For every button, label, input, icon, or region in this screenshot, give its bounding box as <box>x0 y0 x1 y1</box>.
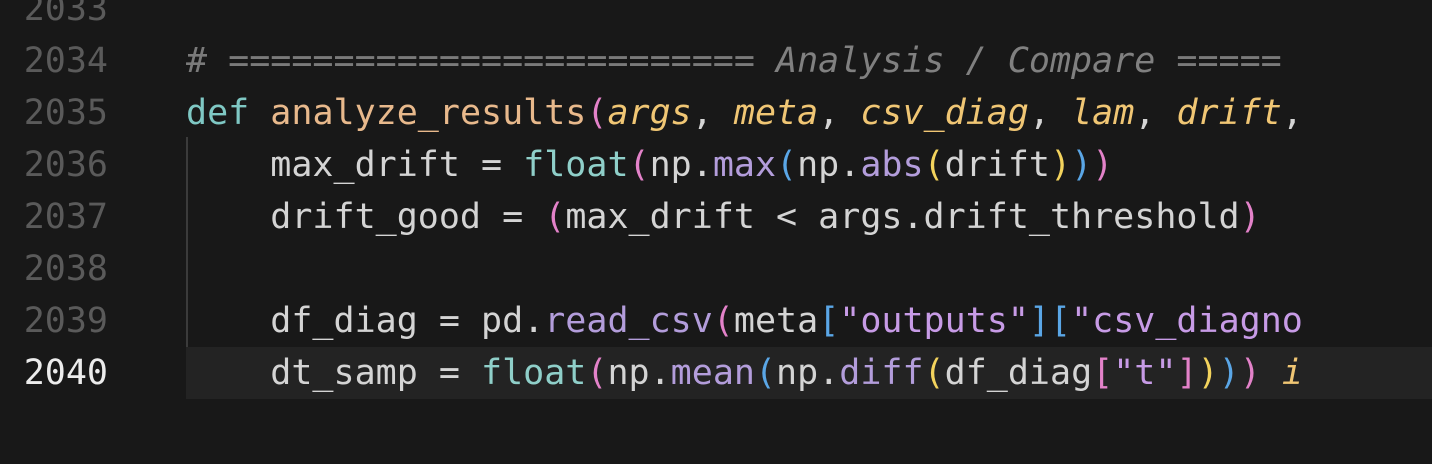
code-token: max <box>712 145 777 185</box>
code-token: drift_good = <box>186 197 545 237</box>
code-token: ( <box>586 93 608 133</box>
code-token: analyze_results <box>270 93 587 133</box>
line-content[interactable]: dt_samp = float(np.mean(np.diff(df_diag[… <box>186 347 1432 399</box>
code-token: dt_samp = <box>186 353 482 393</box>
line-content[interactable]: df_diag = pd.read_csv(meta["outputs"]["c… <box>186 295 1432 347</box>
code-line[interactable]: 2039 df_diag = pd.read_csv(meta["outputs… <box>0 295 1432 347</box>
line-number: 2033 <box>23 0 108 29</box>
code-line[interactable]: 2034 # ========================= Analysis… <box>0 35 1432 87</box>
code-line[interactable]: 2038 <box>0 243 1432 295</box>
code-token: np. <box>797 145 861 185</box>
code-token: Analysis / Compare <box>776 41 1156 81</box>
code-token: args <box>607 93 692 133</box>
code-token: read_csv <box>544 301 713 341</box>
code-token: meta <box>733 301 819 341</box>
line-number: 2036 <box>23 145 108 185</box>
code-token: [ <box>1092 353 1114 393</box>
code-token: ] <box>1176 353 1198 393</box>
code-token: ) <box>1218 353 1240 393</box>
code-token: ( <box>923 353 945 393</box>
code-token: ) <box>1049 145 1072 185</box>
code-token: [ <box>818 301 840 341</box>
code-token: [ <box>1050 301 1072 341</box>
code-line[interactable]: 2033 <box>0 0 1432 35</box>
code-line[interactable]: 2036 max_drift = float(np.max(np.abs(dri… <box>0 139 1432 191</box>
code-token: meta <box>733 93 819 133</box>
code-token: ( <box>754 353 777 393</box>
code-token: diff <box>839 353 924 393</box>
line-content[interactable]: drift_good = (max_drift < args.drift_thr… <box>186 191 1432 243</box>
code-token: ) <box>1239 353 1261 393</box>
code-token: np. <box>607 353 671 393</box>
code-token: float <box>523 145 629 185</box>
line-number: 2038 <box>23 249 108 289</box>
code-token: , <box>1028 93 1072 133</box>
code-token: ) <box>1092 145 1114 185</box>
code-token: csv_diag <box>860 93 1029 133</box>
line-number: 2040 <box>23 353 108 393</box>
code-token: drift <box>1176 93 1282 133</box>
code-editor[interactable]: 2033 2034 # ========================= Anal… <box>0 0 1432 464</box>
line-content[interactable] <box>186 243 1432 295</box>
code-token: i <box>1260 353 1303 393</box>
code-token: , <box>818 93 861 133</box>
code-token: # ========================= <box>186 41 777 81</box>
code-token: "outputs" <box>839 301 1029 341</box>
line-content[interactable]: max_drift = float(np.max(np.abs(drift))) <box>186 139 1432 191</box>
code-token: "csv_diagno <box>1071 301 1303 341</box>
code-line[interactable]: 2037 drift_good = (max_drift < args.drif… <box>0 191 1432 243</box>
code-token: ( <box>628 145 650 185</box>
code-token: df_diag = pd. <box>186 301 545 341</box>
code-token: ) <box>1197 353 1219 393</box>
line-number: 2035 <box>23 93 108 133</box>
code-token: np. <box>649 145 713 185</box>
code-token: drift <box>944 145 1050 185</box>
code-token: , <box>1281 93 1303 133</box>
code-token: abs <box>860 145 924 185</box>
code-token: ===== <box>1155 41 1282 81</box>
code-token: ( <box>776 145 798 185</box>
code-token: ) <box>1071 145 1093 185</box>
code-token: np. <box>776 353 840 393</box>
code-token: float <box>481 353 587 393</box>
code-token: , <box>1134 93 1177 133</box>
code-token: ( <box>712 301 734 341</box>
code-token: ( <box>923 145 945 185</box>
code-token: def <box>186 93 271 133</box>
line-content[interactable]: def analyze_results(args, meta, csv_diag… <box>186 87 1432 139</box>
code-token: ] <box>1028 301 1050 341</box>
code-token: ( <box>544 197 566 237</box>
line-number: 2037 <box>23 197 108 237</box>
line-number: 2039 <box>23 301 108 341</box>
code-token: mean <box>670 353 755 393</box>
code-token: ( <box>586 353 608 393</box>
line-content[interactable] <box>186 0 1432 35</box>
code-line[interactable]: 2040 dt_samp = float(np.mean(np.diff(df_… <box>0 347 1432 399</box>
code-token: , <box>691 93 734 133</box>
line-number: 2034 <box>23 41 108 81</box>
code-token: "t" <box>1113 353 1177 393</box>
code-token: max_drift = <box>186 145 524 185</box>
code-token: lam <box>1071 93 1135 133</box>
code-token: ) <box>1239 197 1261 237</box>
code-line[interactable]: 2035 def analyze_results(args, meta, csv_… <box>0 87 1432 139</box>
line-content[interactable]: # ========================= Analysis / C… <box>186 35 1432 87</box>
code-token: max_drift < args.drift_threshold <box>565 197 1240 237</box>
code-token: df_diag <box>944 353 1093 393</box>
